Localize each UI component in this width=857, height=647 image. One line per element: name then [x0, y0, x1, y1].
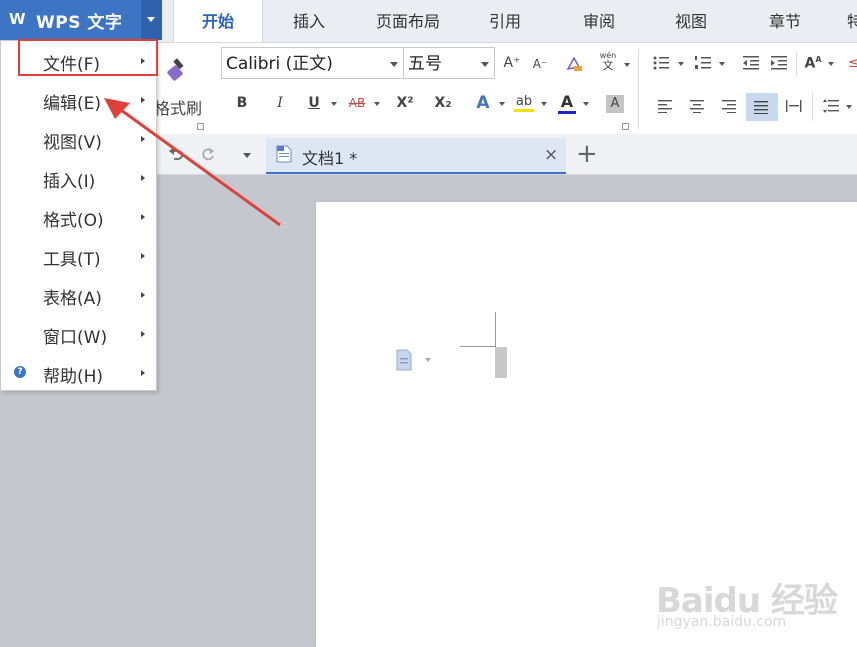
- menu-item-label: 插入(I): [43, 172, 96, 192]
- font-color-icon[interactable]: A: [558, 93, 576, 114]
- menu-item-label: 窗口(W): [43, 328, 108, 348]
- chevron-down-icon[interactable]: [425, 358, 431, 362]
- text-cursor: [495, 347, 507, 378]
- tab-home[interactable]: 开始: [173, 0, 263, 42]
- font-size-value: 五号: [408, 54, 442, 74]
- annotation-arrow-icon: [104, 98, 281, 227]
- chevron-right-icon: [141, 331, 145, 337]
- app-menu-dropdown-arrow[interactable]: [141, 0, 162, 40]
- menu-item-window[interactable]: 窗口(W): [1, 315, 156, 354]
- pinyin-guide-button[interactable]: wén 文: [597, 51, 619, 71]
- more-icon[interactable]: ≤: [848, 55, 857, 71]
- tab-page-layout[interactable]: 页面布局: [362, 0, 454, 42]
- pinyin-guide-bottom: 文: [602, 59, 614, 72]
- tab-section[interactable]: 章节: [754, 0, 816, 42]
- chevron-right-icon: [141, 370, 145, 376]
- ribbon-separator: [638, 49, 639, 129]
- menu-item-label: 编辑(E): [43, 94, 102, 114]
- menu-item-table[interactable]: 表格(A): [1, 276, 156, 315]
- tab-special[interactable]: 特: [840, 0, 857, 42]
- underline-button[interactable]: U: [306, 95, 322, 111]
- app-menu-button[interactable]: W WPS 文字: [0, 0, 162, 40]
- ribbon-separator: [812, 93, 813, 121]
- decrease-indent-icon[interactable]: [742, 55, 760, 71]
- app-title: WPS 文字: [36, 13, 123, 33]
- margin-corner-mark: [460, 346, 495, 347]
- document-tab-title: 文档1 *: [302, 149, 358, 168]
- help-icon: ?: [14, 366, 26, 378]
- grow-font-button[interactable]: A⁺: [502, 55, 522, 71]
- clear-format-icon[interactable]: [562, 53, 586, 77]
- chevron-down-icon[interactable]: [719, 62, 725, 66]
- dialog-launcher-icon[interactable]: [622, 123, 629, 130]
- close-tab-icon[interactable]: ×: [544, 145, 558, 165]
- menu-item-label: 帮助(H): [43, 367, 104, 387]
- align-right-icon[interactable]: [722, 99, 738, 114]
- bullet-list-icon[interactable]: [652, 55, 670, 71]
- document-tab[interactable]: 文档1 * ×: [266, 138, 566, 174]
- chevron-down-icon: [390, 62, 398, 67]
- tab-review[interactable]: 审阅: [568, 0, 630, 42]
- paste-options-icon[interactable]: [396, 349, 412, 371]
- chevron-down-icon[interactable]: [583, 102, 589, 106]
- chevron-down-icon[interactable]: [331, 102, 337, 106]
- chevron-down-icon[interactable]: [846, 105, 852, 109]
- new-tab-icon[interactable]: +: [576, 140, 598, 168]
- menu-item-label: 工具(T): [43, 250, 101, 270]
- text-effect-icon[interactable]: A: [474, 93, 492, 113]
- chevron-right-icon: [141, 292, 145, 298]
- justify-icon[interactable]: [746, 93, 778, 121]
- strikethrough-button[interactable]: AB: [346, 96, 368, 110]
- menu-item-help[interactable]: ? 帮助(H): [1, 354, 156, 393]
- tab-insert[interactable]: 插入: [278, 0, 340, 42]
- format-painter-icon[interactable]: [160, 55, 190, 85]
- wps-logo-icon: W: [9, 10, 26, 28]
- font-name-value: Calibri (正文): [226, 54, 333, 74]
- chevron-down-icon[interactable]: [541, 102, 547, 106]
- menu-item-tools[interactable]: 工具(T): [1, 237, 156, 276]
- watermark-url: jingyan.baidu.com: [657, 614, 787, 630]
- tab-references[interactable]: 引用: [474, 0, 536, 42]
- chevron-down-icon[interactable]: [499, 102, 505, 106]
- line-spacing-icon[interactable]: [823, 99, 839, 113]
- superscript-button[interactable]: X²: [394, 95, 416, 111]
- chevron-down-icon[interactable]: [678, 62, 684, 66]
- font-name-select[interactable]: Calibri (正文): [221, 47, 404, 79]
- menu-item-label: 视图(V): [43, 133, 102, 153]
- distribute-icon[interactable]: [786, 99, 802, 113]
- menu-item-label: 表格(A): [43, 289, 102, 309]
- align-center-icon[interactable]: [690, 99, 706, 114]
- change-case-icon[interactable]: AA: [802, 55, 824, 72]
- chevron-down-icon[interactable]: [374, 102, 380, 106]
- chevron-down-icon: [481, 62, 489, 67]
- subscript-button[interactable]: X₂: [432, 95, 454, 111]
- annotation-highlight-box: [18, 39, 158, 76]
- character-shading-icon[interactable]: A: [606, 95, 624, 113]
- menu-item-label: 格式(O): [43, 211, 104, 231]
- tab-view[interactable]: 视图: [660, 0, 722, 42]
- shrink-font-button[interactable]: A⁻: [530, 57, 550, 71]
- ribbon-separator: [796, 51, 797, 77]
- numbered-list-icon[interactable]: [694, 55, 712, 71]
- increase-indent-icon[interactable]: [770, 55, 788, 71]
- font-size-select[interactable]: 五号: [403, 47, 495, 79]
- chevron-right-icon: [141, 253, 145, 259]
- margin-corner-mark: [495, 312, 496, 347]
- chevron-down-icon[interactable]: [624, 63, 630, 67]
- chevron-down-icon: [147, 17, 155, 22]
- align-left-icon[interactable]: [658, 99, 674, 114]
- highlight-icon[interactable]: ab: [514, 95, 534, 112]
- chevron-down-icon[interactable]: [828, 62, 834, 66]
